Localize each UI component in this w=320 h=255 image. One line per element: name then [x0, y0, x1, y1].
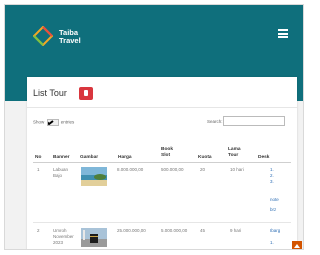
entries-select[interactable]: 10 — [46, 119, 59, 126]
col-harga[interactable]: Harga — [118, 155, 132, 161]
row1-desk: 1. 2. 3. note brz — [270, 167, 279, 213]
row2-lama-tour: 9 hari — [230, 228, 242, 233]
search-label: Search: — [207, 119, 223, 124]
delete-button[interactable] — [79, 87, 93, 100]
row1-desk-line-4: note — [270, 197, 279, 202]
row1-desk-line-5: brz — [270, 207, 277, 212]
show-label: Show — [33, 119, 45, 125]
row2-desk-line-1: Ibarg — [270, 228, 281, 233]
row2-desk-line-2: 1. — [270, 240, 274, 245]
row1-lama-tour: 10 hari — [230, 167, 244, 172]
row2-book-slot: 5.000.000,00 — [161, 228, 188, 233]
col-lama-tour[interactable]: Lama Tour — [228, 147, 241, 159]
col-lama-tour-line-2: Tour — [228, 153, 239, 158]
row1-banner-line-2: Bajo — [53, 173, 63, 178]
col-book-slot[interactable]: Book Slot — [161, 147, 173, 159]
row1-beach-image — [81, 167, 107, 186]
row2-no: 2 — [37, 228, 40, 233]
scroll-to-top-button[interactable] — [292, 241, 302, 249]
header-divider — [33, 162, 291, 163]
app-frame: Taiba Travel List Tour Show 10 entries S… — [4, 4, 304, 250]
row2-banner-line-3: 2023 — [53, 240, 64, 245]
arrow-up-icon — [294, 244, 300, 248]
row1-book-slot: 500.000,00 — [161, 167, 184, 172]
brand-line-2: Travel — [59, 36, 81, 45]
hamburger-menu-icon[interactable] — [278, 29, 288, 38]
search-input[interactable] — [223, 116, 285, 126]
row1-kuota: 20 — [200, 167, 206, 172]
row1-desk-line-3: 3. — [270, 179, 274, 184]
brand-name: Taiba Travel — [59, 29, 81, 45]
card-title: List Tour — [33, 88, 67, 98]
row2-kaaba-image — [81, 228, 107, 247]
col-book-slot-line-2: Slot — [161, 153, 171, 158]
col-kuota[interactable]: Kuota — [198, 155, 212, 161]
list-tour-card: List Tour Show 10 entries Search: No Ban… — [27, 77, 297, 249]
row1-banner: Labuan Bajo — [53, 167, 68, 179]
show-entries-control: Show 10 entries — [33, 119, 74, 126]
row2-desk: Ibarg 1. — [270, 228, 280, 246]
row-divider — [33, 222, 291, 223]
entries-label: entries — [60, 119, 75, 125]
col-no[interactable]: No — [35, 155, 41, 161]
row2-kuota: 45 — [200, 228, 206, 233]
trash-icon — [84, 90, 88, 96]
taiba-travel-logo-icon — [33, 26, 53, 46]
row1-no: 1 — [37, 167, 40, 172]
col-gambar[interactable]: Gambar — [80, 155, 98, 161]
row2-harga: 25.000.000,00 — [117, 228, 146, 233]
row2-banner: Umroh November 2023 — [53, 228, 74, 246]
divider — [27, 107, 297, 108]
col-desk[interactable]: Desk — [258, 155, 269, 161]
col-banner[interactable]: Banner — [53, 155, 70, 161]
row1-harga: 8.000.000,00 — [117, 167, 144, 172]
